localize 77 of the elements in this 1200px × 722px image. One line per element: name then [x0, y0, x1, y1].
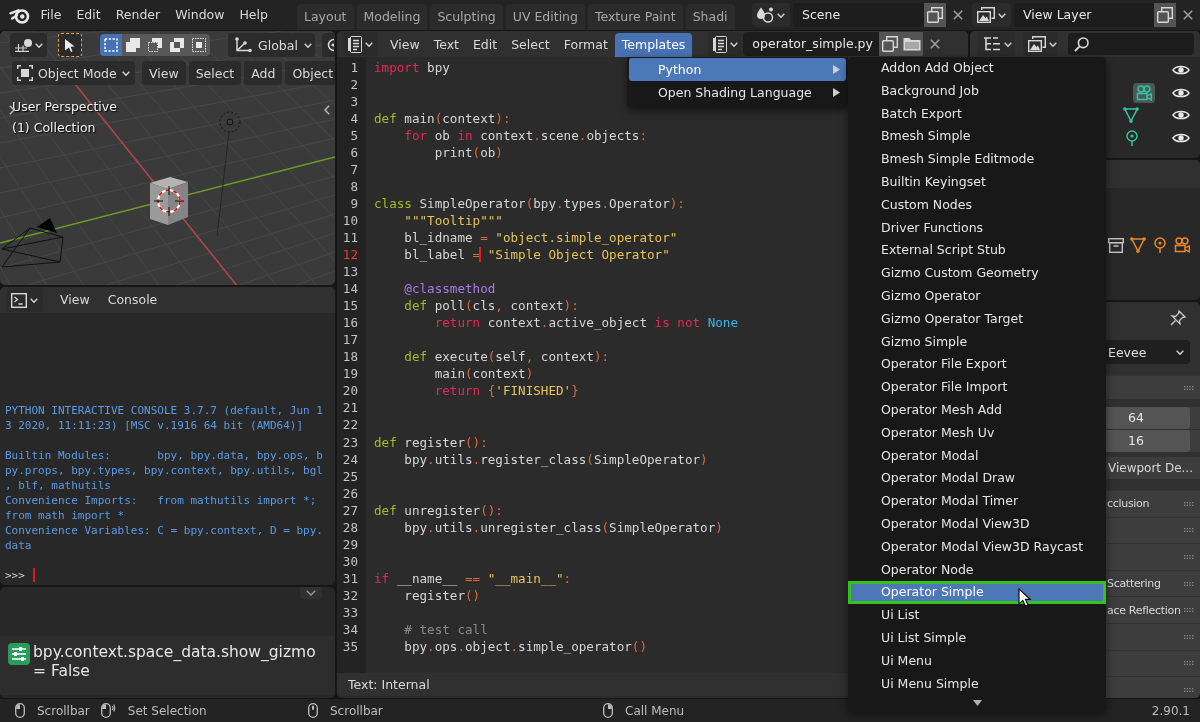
line-number: 28	[342, 519, 358, 535]
code-line: def register():	[374, 433, 488, 451]
line-number: 3	[350, 93, 358, 109]
line-number: 13	[342, 264, 358, 280]
line-number: 12	[342, 247, 358, 262]
line-number: 32	[342, 587, 358, 603]
code-line: class SimpleOperator(bpy.types.Operator):	[374, 194, 685, 212]
line-number: 30	[342, 553, 358, 569]
code-line: """Tooltip"""	[403, 211, 503, 229]
line-number: 18	[342, 349, 358, 365]
line-number: 11	[342, 229, 358, 245]
console-output-line: PYTHON INTERACTIVE CONSOLE 3.7.7 (default, Jun 1	[5, 402, 323, 418]
line-number: 31	[342, 570, 358, 586]
line-number: 14	[342, 281, 358, 297]
code-line: import bpy	[374, 58, 450, 76]
line-number: 27	[342, 502, 358, 518]
shortcut-hint: Scrollbar	[37, 703, 90, 718]
line-number: 20	[342, 383, 358, 399]
shortcut-hint: Call Menu	[625, 703, 685, 718]
line-number: 35	[342, 639, 358, 655]
code-line: @classmethod	[403, 280, 496, 298]
line-number: 7	[350, 161, 358, 177]
console-output-line: 3 2020, 11:11:23) [MSC v.1916 64 bit (AMD64)]	[5, 417, 303, 433]
console-prompt: >>>	[5, 567, 25, 583]
line-number: 33	[342, 605, 358, 620]
line-number: 29	[342, 536, 358, 552]
line-number: 10	[342, 212, 358, 228]
code-line: def poll(cls, context):	[403, 297, 579, 315]
version-label: 2.90.1	[1151, 703, 1190, 718]
shortcut-hint: Set Selection	[127, 703, 207, 718]
code-line: bpy.utils.register_class(SimpleOperator)	[403, 450, 708, 468]
code-line: print(ob)	[433, 143, 503, 161]
line-number: 1	[350, 59, 358, 75]
line-number: 2	[350, 76, 358, 92]
line-number: 4	[350, 110, 358, 126]
code-line: def unregister():	[374, 501, 503, 519]
line-number: 23	[342, 434, 358, 450]
code-line: def main(context):	[374, 109, 511, 127]
console-output-line: from math import *	[5, 507, 125, 523]
line-number: 21	[342, 400, 358, 416]
code-line: return {'FINISHED'}	[433, 382, 579, 400]
line-number: 5	[350, 127, 358, 143]
line-number: 6	[350, 144, 358, 160]
code-line: bpy.utils.unregister_class(SimpleOperator)	[403, 518, 723, 536]
log-text: bpy.context.space_data.show_gizmo = False	[33, 643, 317, 681]
code-line: register()	[403, 586, 481, 604]
console-output-line: Convenience Imports: from mathutils import *;	[5, 492, 317, 508]
panel-title: Scattering	[1107, 577, 1161, 591]
code-line: for ob in context.scene.objects:	[403, 126, 648, 144]
console-output-line: data	[5, 537, 32, 553]
shortcut-hint: Scrollbar	[330, 703, 383, 718]
line-number: 24	[342, 451, 358, 467]
line-number: 34	[342, 622, 358, 638]
line-number: 15	[342, 298, 358, 314]
code-line: bl_idname = "object.simple_operator"	[403, 228, 678, 246]
line-number: 25	[342, 468, 358, 484]
console-output-line: Builtin Modules: bpy, bpy.data, bpy.ops, b	[5, 447, 323, 463]
console-output-line: Convenience Variables: C = bpy.context, D = bpy.	[5, 522, 323, 538]
code-line: return context.active_object is not None	[433, 314, 738, 332]
console-output-line: py.props, bpy.types, bpy.context, bpy.utils, bgl	[5, 462, 323, 478]
viewport-info-text: (1) Collection	[12, 118, 96, 137]
line-number: 22	[342, 417, 358, 433]
line-number: 8	[350, 178, 358, 194]
panel-title: ace Reflection	[1107, 603, 1181, 617]
line-number: 9	[350, 195, 358, 211]
line-number: 17	[342, 332, 358, 348]
code-line: # test call	[403, 621, 488, 639]
text-source-label: Text: Internal	[348, 677, 430, 692]
panel-title: cclusion	[1107, 497, 1150, 511]
line-number: 26	[342, 485, 358, 501]
line-number: 19	[342, 366, 358, 382]
code-line: def execute(self, context):	[403, 348, 610, 366]
code-line: bpy.ops.object.simple_operator()	[403, 638, 647, 656]
code-line: if __name__ == "__main__":	[374, 569, 572, 587]
line-number: 16	[342, 315, 358, 331]
console-output-line: , blf, mathutils	[5, 477, 111, 493]
code-line: main(context)	[433, 365, 534, 383]
